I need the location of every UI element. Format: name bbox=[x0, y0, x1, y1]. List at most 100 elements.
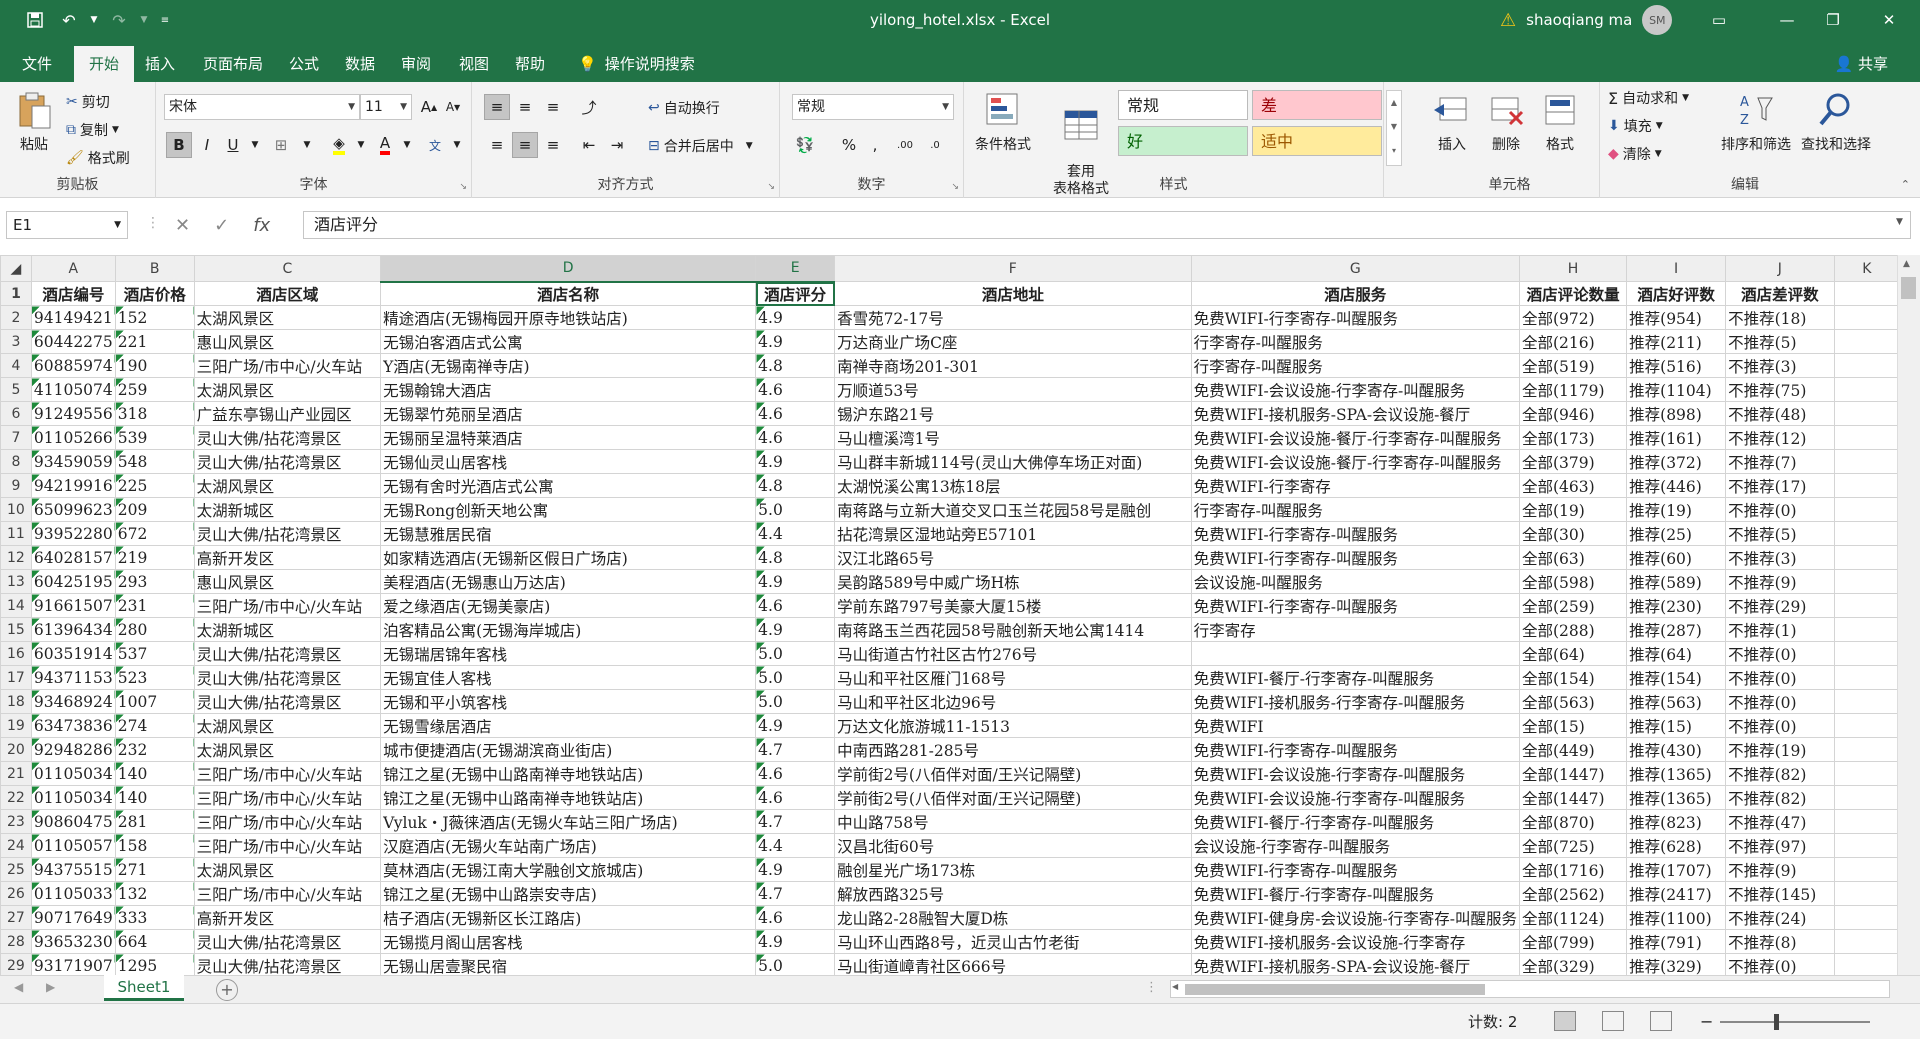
header-cell[interactable]: 酒店价格 bbox=[114, 281, 195, 306]
phonetic-dropdown-icon[interactable]: ▼ bbox=[444, 132, 470, 158]
cell[interactable]: 不推荐(0) bbox=[1725, 713, 1835, 738]
cell[interactable]: 马山街道嶂青社区666号 bbox=[834, 953, 1192, 975]
sheet-tab[interactable]: Sheet1 bbox=[104, 975, 184, 1001]
customize-quick-access-icon[interactable]: ≡ bbox=[152, 0, 178, 40]
cell[interactable]: 马山和平社区北边96号 bbox=[834, 689, 1192, 714]
tab-data[interactable]: 数据 bbox=[338, 46, 382, 82]
scroll-thumb[interactable] bbox=[1185, 984, 1485, 995]
cell[interactable]: 不推荐(3) bbox=[1725, 545, 1835, 570]
cell[interactable]: 太湖风景区 bbox=[193, 473, 382, 498]
cell[interactable]: 推荐(60) bbox=[1626, 545, 1727, 570]
cell[interactable]: 94375515 bbox=[30, 857, 116, 882]
cell[interactable]: 4.7 bbox=[755, 737, 836, 762]
cell[interactable]: 解放西路325号 bbox=[834, 881, 1192, 906]
zoom-slider-thumb[interactable] bbox=[1774, 1014, 1779, 1030]
cell[interactable]: 不推荐(19) bbox=[1725, 737, 1835, 762]
row-header[interactable]: 5 bbox=[0, 377, 32, 402]
cell[interactable]: 锦江之星(无锡中山路南禅寺地铁站店) bbox=[380, 761, 757, 786]
row-header[interactable]: 6 bbox=[0, 401, 32, 426]
tab-review[interactable]: 审阅 bbox=[394, 46, 438, 82]
undo-icon[interactable]: ↶ bbox=[52, 0, 86, 40]
row-header[interactable]: 18 bbox=[0, 689, 32, 714]
row-header[interactable]: 29 bbox=[0, 953, 32, 975]
name-box[interactable]: E1 ▼ bbox=[6, 211, 128, 239]
cell[interactable]: 灵山大佛/拈花湾景区 bbox=[193, 665, 382, 690]
cell[interactable]: 免费WIFI-接机服务-行李寄存-叫醒服务 bbox=[1190, 689, 1521, 714]
cell[interactable]: 全部(288) bbox=[1518, 617, 1628, 642]
cell[interactable]: 不推荐(48) bbox=[1725, 401, 1835, 426]
cell[interactable]: 60425195 bbox=[30, 569, 116, 594]
row-header[interactable]: 10 bbox=[0, 497, 32, 522]
cell[interactable]: 三阳广场/市中心/火车站 bbox=[193, 881, 382, 906]
cell[interactable]: 219 bbox=[114, 545, 195, 570]
header-cell[interactable]: 酒店名称 bbox=[380, 281, 757, 306]
row-header[interactable]: 13 bbox=[0, 569, 32, 594]
cell[interactable] bbox=[1833, 881, 1900, 906]
cell[interactable]: 太湖风景区 bbox=[193, 737, 382, 762]
cell[interactable]: 全部(259) bbox=[1518, 593, 1628, 618]
cell[interactable]: 全部(173) bbox=[1518, 425, 1628, 450]
cell[interactable]: 4.9 bbox=[755, 857, 836, 882]
cell[interactable]: 免费WIFI-餐厅-行李寄存-叫醒服务 bbox=[1190, 665, 1521, 690]
cell[interactable]: 不推荐(75) bbox=[1725, 377, 1835, 402]
cell[interactable]: 无锡宜佳人客栈 bbox=[380, 665, 757, 690]
cell[interactable]: 281 bbox=[114, 809, 195, 834]
cell[interactable]: 免费WIFI-会议设施-行李寄存-叫醒服务 bbox=[1190, 377, 1521, 402]
cell[interactable]: 莫林酒店(无锡江南大学融创文旅城店) bbox=[380, 857, 757, 882]
row-header[interactable]: 25 bbox=[0, 857, 32, 882]
avatar[interactable]: SM bbox=[1642, 5, 1673, 35]
column-header[interactable]: A bbox=[30, 255, 116, 282]
cell[interactable]: 南禅寺商场201-301 bbox=[834, 353, 1192, 378]
cell[interactable]: 免费WIFI-会议设施-餐厅-行李寄存-叫醒服务 bbox=[1190, 425, 1521, 450]
decrease-indent-icon[interactable]: ⇤ bbox=[576, 132, 602, 158]
warning-icon[interactable]: ⚠ bbox=[1500, 10, 1516, 31]
cell[interactable]: 推荐(589) bbox=[1626, 569, 1727, 594]
column-header[interactable]: H bbox=[1518, 255, 1628, 282]
cell[interactable]: 全部(30) bbox=[1518, 521, 1628, 546]
cell[interactable]: 太湖悦溪公寓13栋18层 bbox=[834, 473, 1192, 498]
cell[interactable]: 不推荐(12) bbox=[1725, 425, 1835, 450]
cell[interactable]: 高新开发区 bbox=[193, 905, 382, 930]
cell[interactable]: 南蒋路玉兰西花园58号融创新天地公寓1414 bbox=[834, 617, 1192, 642]
cancel-entry-icon[interactable]: ✕ bbox=[175, 215, 190, 236]
cell[interactable]: 推荐(628) bbox=[1626, 833, 1727, 858]
format-painter-button[interactable]: 🖌 格式刷 bbox=[66, 148, 130, 168]
cell[interactable]: 推荐(154) bbox=[1626, 665, 1727, 690]
cell[interactable]: 惠山风景区 bbox=[193, 329, 382, 354]
cell[interactable] bbox=[1833, 521, 1900, 546]
header-cell[interactable]: 酒店评分 bbox=[755, 281, 836, 306]
cell[interactable]: 318 bbox=[114, 401, 195, 426]
cell[interactable]: 推荐(563) bbox=[1626, 689, 1727, 714]
cell[interactable]: 无锡揽月阁山居客栈 bbox=[380, 929, 757, 954]
border-icon[interactable]: ⊞ bbox=[268, 132, 294, 158]
cell[interactable]: 4.7 bbox=[755, 881, 836, 906]
format-cells-button[interactable]: 格式 bbox=[1536, 90, 1584, 154]
cell[interactable]: 三阳广场/市中心/火车站 bbox=[193, 785, 382, 810]
cell[interactable]: 锡沪东路21号 bbox=[834, 401, 1192, 426]
cell[interactable] bbox=[1833, 785, 1900, 810]
cell[interactable]: 马山檀溪湾1号 bbox=[834, 425, 1192, 450]
cell[interactable]: 1295 bbox=[114, 953, 195, 975]
row-header[interactable]: 17 bbox=[0, 665, 32, 690]
cell[interactable]: 锦江之星(无锡中山路南禅寺地铁站店) bbox=[380, 785, 757, 810]
cell[interactable]: 01105057 bbox=[30, 833, 116, 858]
cell[interactable]: 91661507 bbox=[30, 593, 116, 618]
cell[interactable]: 免费WIFI-接机服务-SPA-会议设施-餐厅 bbox=[1190, 401, 1521, 426]
cell[interactable]: 4.9 bbox=[755, 329, 836, 354]
column-header[interactable]: K bbox=[1833, 255, 1900, 282]
cell[interactable]: 4.6 bbox=[755, 761, 836, 786]
row-header[interactable]: 8 bbox=[0, 449, 32, 474]
cell[interactable]: 推荐(791) bbox=[1626, 929, 1727, 954]
cell[interactable]: 4.6 bbox=[755, 593, 836, 618]
page-layout-view-icon[interactable] bbox=[1602, 1011, 1624, 1031]
currency-icon[interactable]: 💱 bbox=[792, 132, 818, 158]
cell[interactable]: 无锡瑞居锦年客栈 bbox=[380, 641, 757, 666]
cell[interactable]: 5.0 bbox=[755, 689, 836, 714]
percent-icon[interactable]: % bbox=[836, 132, 862, 158]
tab-file[interactable]: 文件 bbox=[8, 46, 66, 82]
cell[interactable]: 不推荐(29) bbox=[1725, 593, 1835, 618]
cell[interactable]: 4.6 bbox=[755, 401, 836, 426]
cell[interactable] bbox=[1833, 929, 1900, 954]
column-header[interactable]: D bbox=[380, 255, 757, 283]
cell[interactable]: 672 bbox=[114, 521, 195, 546]
